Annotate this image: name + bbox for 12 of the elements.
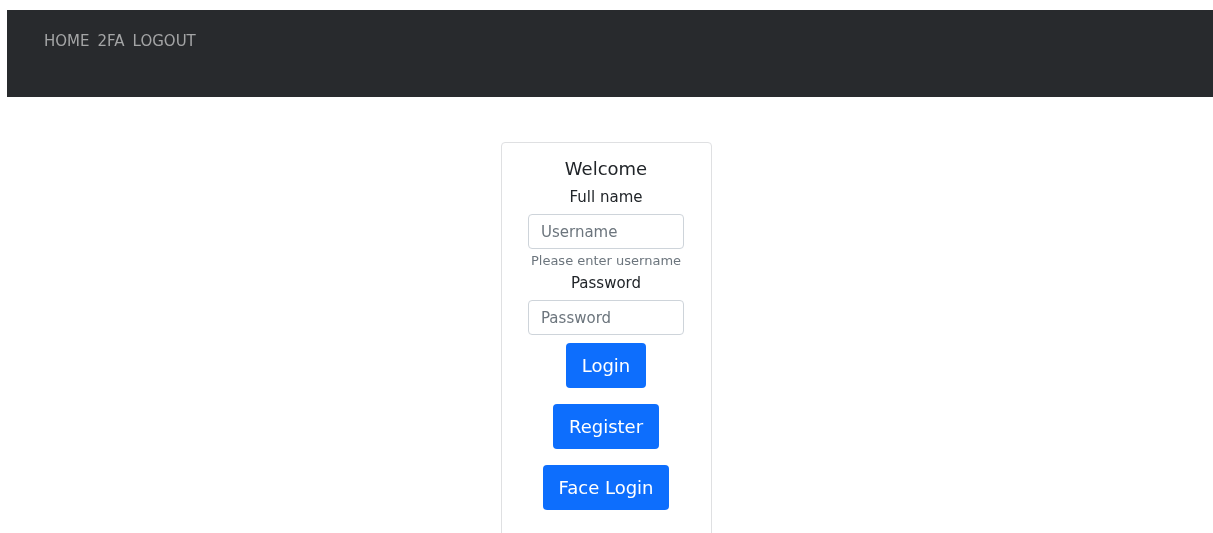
card-title: Welcome [564,158,648,180]
nav-link[interactable]: LOGOUT [132,10,203,51]
help-text: Please enter username [530,253,682,269]
action-button[interactable]: Face Login [542,465,670,510]
field-label: Password [570,274,642,292]
action-button[interactable]: Login [565,343,647,388]
nav-link[interactable]: HOME [44,10,97,51]
input-field[interactable]: Username [528,214,684,249]
field-label: Full name [569,188,643,206]
action-button[interactable]: Register [552,404,660,449]
nav-link[interactable]: 2FA [97,10,132,51]
input-field[interactable]: Password [528,300,684,335]
